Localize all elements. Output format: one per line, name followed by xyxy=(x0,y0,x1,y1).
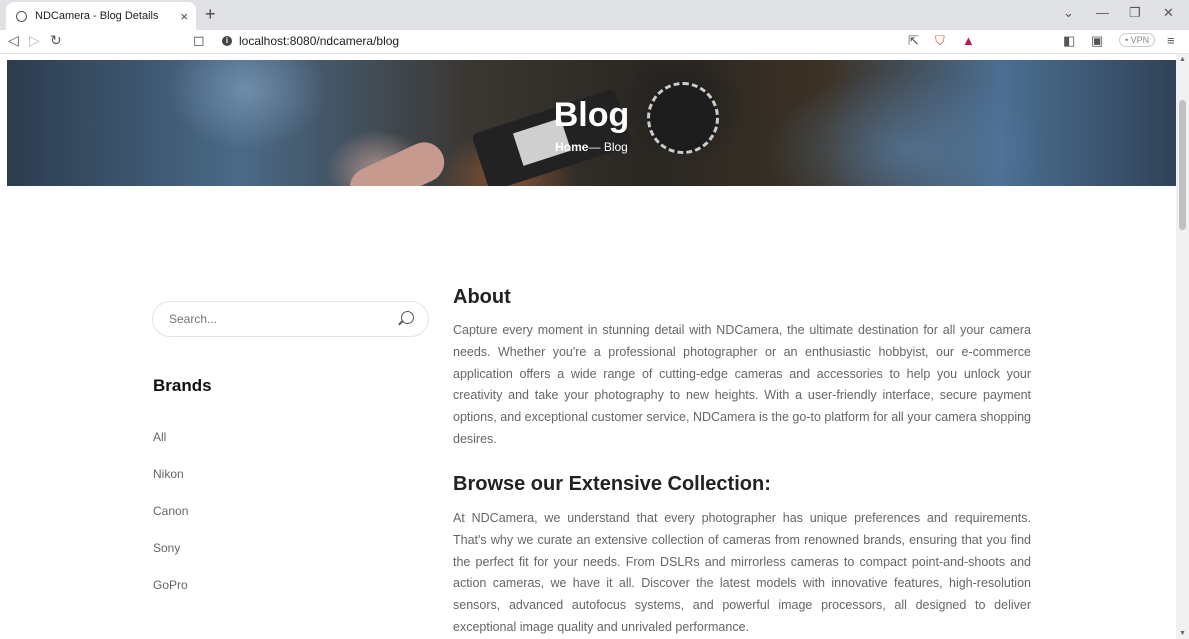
vpn-button[interactable]: • VPN xyxy=(1119,33,1156,47)
menu-icon[interactable]: ≡ xyxy=(1167,33,1175,48)
search-icon[interactable] xyxy=(401,311,414,324)
breadcrumb-separator: — xyxy=(588,140,601,154)
breadcrumb-home-link[interactable]: Home xyxy=(555,140,588,154)
collection-paragraph: At NDCamera, we understand that every ph… xyxy=(453,511,1031,634)
collection-heading: Browse our Extensive Collection: xyxy=(453,473,771,495)
new-tab-button[interactable]: + xyxy=(205,4,216,25)
browser-tab-bar: NDCamera - Blog Details × + ⌄ — ❐ ✕ xyxy=(0,0,1189,30)
brave-shield-icon[interactable]: ⛉ xyxy=(935,33,945,49)
breadcrumb-current: Blog xyxy=(603,140,628,154)
brands-heading: Brands xyxy=(153,376,212,395)
scrollbar-thumb[interactable] xyxy=(1179,100,1186,230)
page-scrollbar[interactable]: ▲ ▼ xyxy=(1176,54,1189,639)
hero-banner: Blog Home— Blog xyxy=(7,60,1176,186)
page-title: Blog xyxy=(553,96,630,134)
search-input[interactable] xyxy=(167,311,391,327)
brand-link-nikon[interactable]: Nikon xyxy=(153,467,184,481)
minimize-icon[interactable]: — xyxy=(1096,5,1109,20)
globe-icon xyxy=(16,10,27,22)
brand-link-gopro[interactable]: GoPro xyxy=(153,578,188,592)
back-icon[interactable]: ◁ xyxy=(8,32,19,49)
address-bar: ◁ ▷ ↻ ◻ i localhost:8080/ndcamera/blog ⇱… xyxy=(0,30,1189,54)
share-icon[interactable]: ⇱ xyxy=(908,33,919,49)
brave-rewards-icon[interactable]: ▲ xyxy=(962,33,975,48)
sidebar-icon[interactable]: ◧ xyxy=(1063,33,1075,49)
info-icon[interactable]: i xyxy=(222,36,232,46)
url-text: localhost:8080/ndcamera/blog xyxy=(239,34,400,48)
about-paragraph: Capture every moment in stunning detail … xyxy=(453,323,1031,446)
scroll-down-icon[interactable]: ▼ xyxy=(1179,630,1186,637)
forward-icon[interactable]: ▷ xyxy=(29,32,40,49)
window-close-icon[interactable]: ✕ xyxy=(1163,5,1174,21)
wallet-icon[interactable]: ▣ xyxy=(1091,33,1103,49)
browser-tab[interactable]: NDCamera - Blog Details × xyxy=(6,2,196,30)
tab-search-icon[interactable]: ⌄ xyxy=(1063,5,1074,21)
search-box xyxy=(152,301,429,337)
about-heading: About xyxy=(453,286,511,308)
url-field[interactable]: i localhost:8080/ndcamera/blog xyxy=(222,34,399,48)
tab-title: NDCamera - Blog Details xyxy=(35,10,159,22)
brand-link-canon[interactable]: Canon xyxy=(153,504,188,518)
restore-icon[interactable]: ❐ xyxy=(1129,5,1141,21)
brand-link-all[interactable]: All xyxy=(153,430,166,444)
tab-close-button[interactable]: × xyxy=(180,9,188,24)
scroll-up-icon[interactable]: ▲ xyxy=(1179,56,1186,63)
breadcrumb: Home— Blog xyxy=(7,140,1176,154)
brand-link-sony[interactable]: Sony xyxy=(153,541,180,555)
bookmark-icon[interactable]: ◻ xyxy=(193,32,205,49)
reload-icon[interactable]: ↻ xyxy=(50,32,62,49)
